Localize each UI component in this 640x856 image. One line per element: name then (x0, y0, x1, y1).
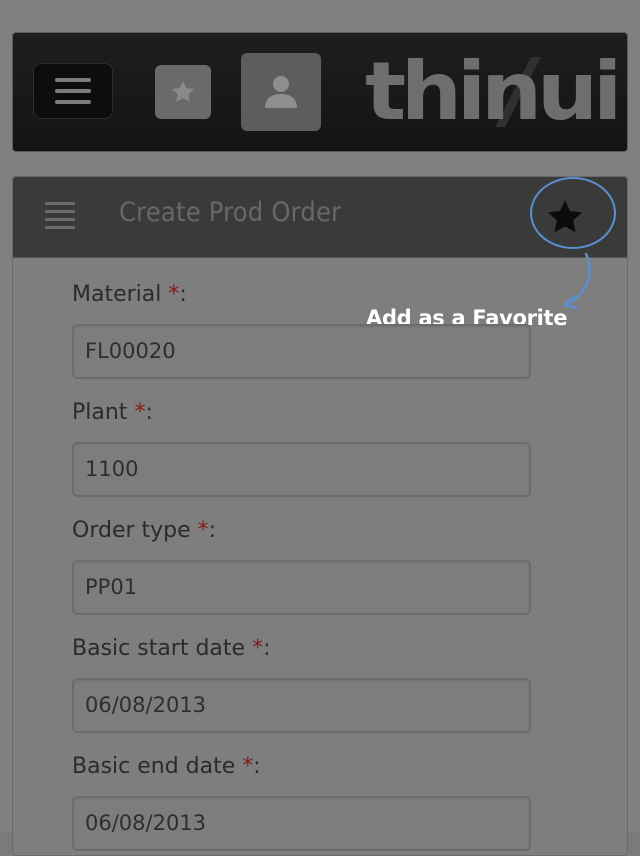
required-marker: * (134, 400, 146, 425)
hamburger-icon-bar (55, 100, 91, 104)
basic-start-date-input[interactable]: 06/08/2013 (72, 678, 531, 733)
thinui-logo: thinui (365, 45, 619, 138)
app-frame: thinui Create Prod Order Add as a Favori… (0, 0, 640, 856)
list-icon-line (45, 202, 75, 205)
label-colon: : (145, 400, 153, 425)
panel-header: Create Prod Order (13, 177, 627, 258)
basic-start-date-label-text: Basic start date (72, 636, 246, 661)
list-icon-line (45, 218, 75, 221)
label-colon: : (253, 754, 261, 779)
required-marker: * (197, 518, 209, 543)
add-favorite-star-icon[interactable] (543, 195, 587, 239)
order-type-label: Order type *: (72, 518, 216, 543)
star-icon (171, 80, 195, 102)
hamburger-icon-bar (55, 78, 91, 82)
required-marker: * (168, 282, 180, 307)
material-label: Material *: (72, 282, 187, 307)
basic-start-date-label: Basic start date *: (72, 636, 271, 661)
basic-end-date-label-text: Basic end date (72, 754, 236, 779)
material-label-text: Material (72, 282, 162, 307)
list-icon-line (45, 226, 75, 229)
favorites-button[interactable] (155, 65, 211, 119)
top-app-bar: thinui (12, 32, 628, 152)
main-menu-button[interactable] (33, 63, 113, 119)
plant-input[interactable]: 1100 (72, 442, 531, 497)
plant-label-text: Plant (72, 400, 128, 425)
page-title: Create Prod Order (119, 197, 342, 228)
label-colon: : (263, 636, 271, 661)
basic-end-date-input[interactable]: 06/08/2013 (72, 796, 531, 851)
svg-text:thinui: thinui (365, 45, 617, 138)
order-type-label-text: Order type (72, 518, 191, 543)
list-icon[interactable] (45, 200, 75, 230)
label-colon: : (179, 282, 187, 307)
order-type-input[interactable]: PP01 (72, 560, 531, 615)
required-marker: * (242, 754, 254, 779)
hamburger-icon-bar (55, 89, 91, 93)
required-marker: * (252, 636, 264, 661)
user-icon (265, 76, 297, 108)
basic-end-date-label: Basic end date *: (72, 754, 261, 779)
material-input[interactable]: FL00020 (72, 324, 531, 379)
label-colon: : (208, 518, 217, 543)
list-icon-line (45, 210, 75, 213)
plant-label: Plant *: (72, 400, 153, 425)
user-profile-button[interactable] (241, 53, 321, 131)
